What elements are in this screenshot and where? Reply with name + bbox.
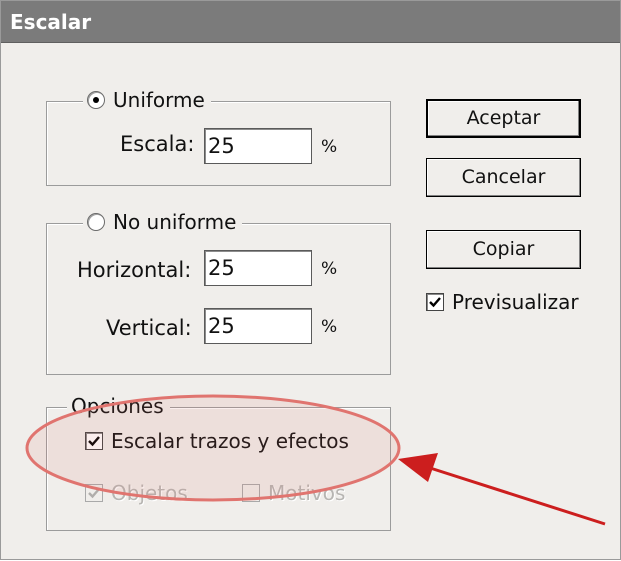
checkmark-icon xyxy=(429,297,441,308)
non-uniform-label: No uniforme xyxy=(113,210,237,234)
non-uniform-radio[interactable]: No uniforme xyxy=(83,210,243,234)
horizontal-label: Horizontal: xyxy=(77,258,192,282)
scale-strokes-label: Escalar trazos y efectos xyxy=(111,429,349,453)
window-title: Escalar xyxy=(1,1,620,43)
ok-button[interactable]: Aceptar xyxy=(426,99,581,138)
horizontal-unit: % xyxy=(321,259,338,279)
preview-checkbox-row[interactable]: Previsualizar xyxy=(426,290,579,314)
checkmark-icon xyxy=(88,436,100,447)
objects-checkbox xyxy=(85,484,103,502)
arrow-head-icon xyxy=(398,453,438,482)
objects-row: Objetos xyxy=(85,481,188,505)
non-uniform-radio-button[interactable] xyxy=(87,213,105,231)
preview-checkbox[interactable] xyxy=(426,293,444,311)
uniform-radio[interactable]: Uniforme xyxy=(83,88,211,112)
scale-strokes-row[interactable]: Escalar trazos y efectos xyxy=(85,429,349,453)
patterns-checkbox xyxy=(242,484,260,502)
scale-unit: % xyxy=(321,137,338,157)
non-uniform-group: No uniforme xyxy=(46,210,391,375)
uniform-label: Uniforme xyxy=(113,88,205,112)
horizontal-input[interactable] xyxy=(204,250,312,286)
vertical-unit: % xyxy=(321,317,338,337)
uniform-radio-button[interactable] xyxy=(87,91,105,109)
vertical-input[interactable] xyxy=(204,308,312,344)
arrow-shaft xyxy=(426,465,606,526)
options-label: Opciones xyxy=(71,394,164,418)
scale-label: Escala: xyxy=(120,132,195,156)
copy-button[interactable]: Copiar xyxy=(426,230,581,269)
scale-input[interactable] xyxy=(204,128,312,164)
options-group: Opciones xyxy=(46,394,391,531)
objects-label: Objetos xyxy=(111,481,188,505)
patterns-label: Motivos xyxy=(268,481,346,505)
options-legend: Opciones xyxy=(67,394,170,418)
vertical-label: Vertical: xyxy=(106,316,192,340)
checkmark-icon xyxy=(88,488,100,499)
scale-dialog: Escalar Uniforme Escala: % No uniforme H… xyxy=(0,0,621,560)
patterns-row: Motivos xyxy=(242,481,345,505)
preview-label: Previsualizar xyxy=(452,290,579,314)
scale-strokes-checkbox[interactable] xyxy=(85,432,103,450)
cancel-button[interactable]: Cancelar xyxy=(426,158,581,197)
